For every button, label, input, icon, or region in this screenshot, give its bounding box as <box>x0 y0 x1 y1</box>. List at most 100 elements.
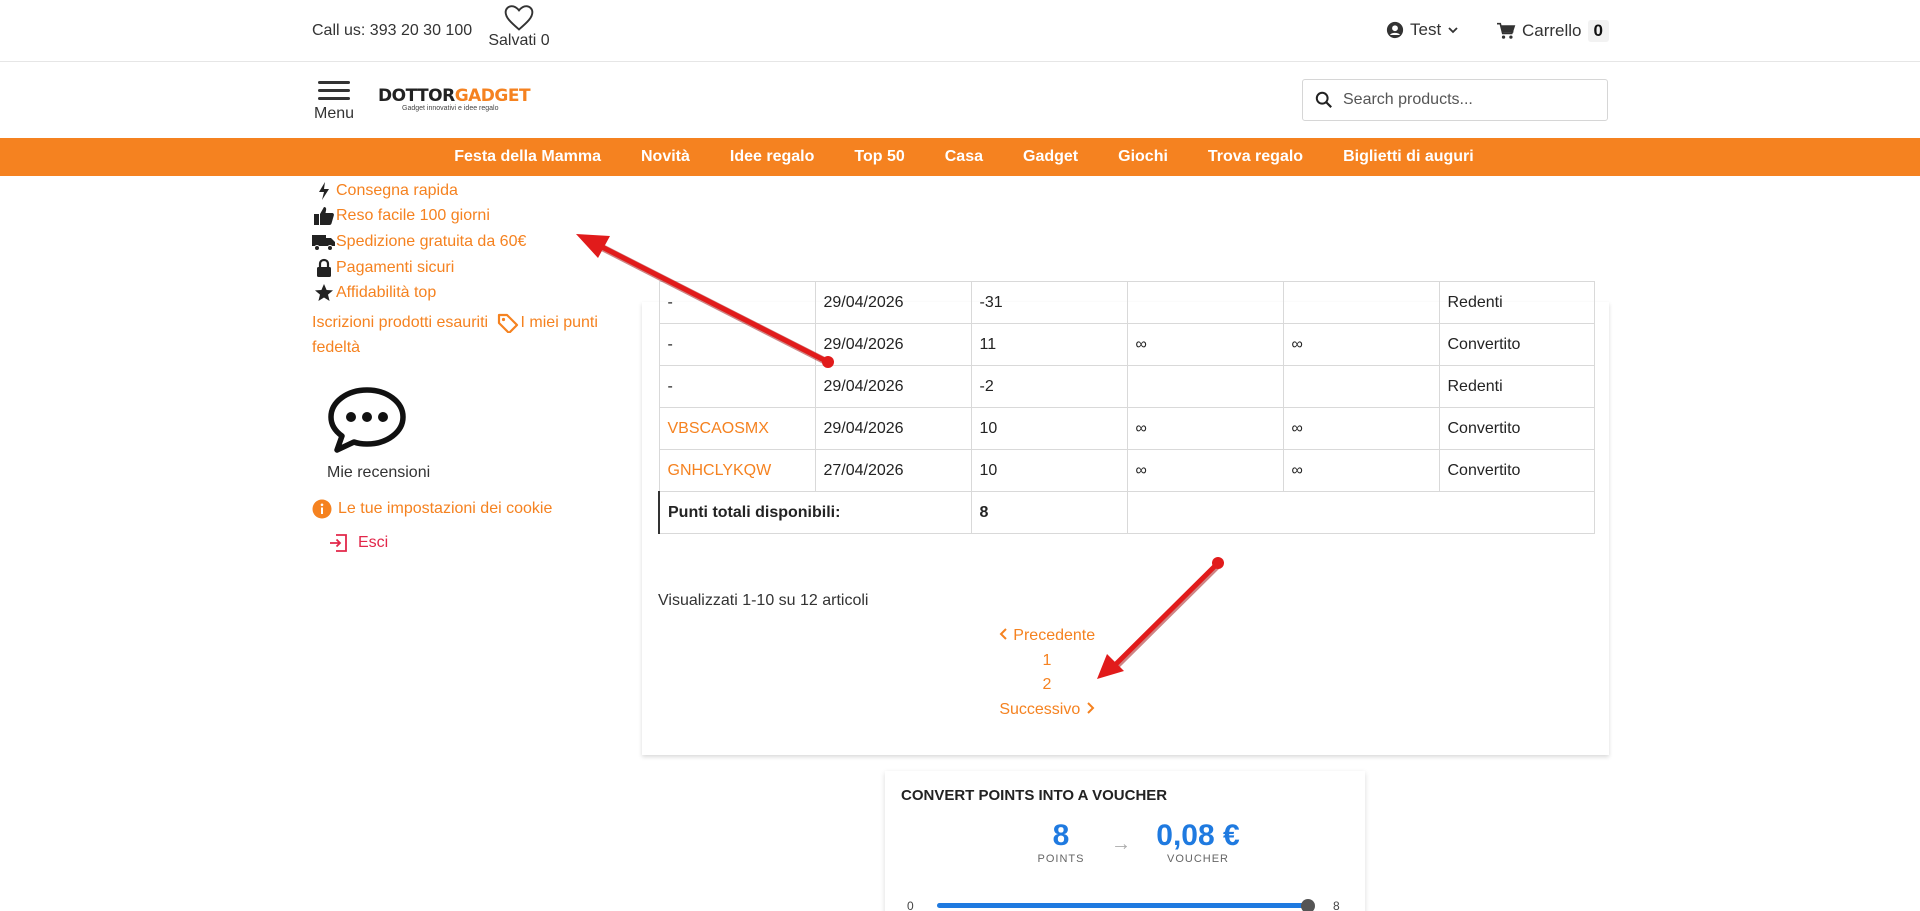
nav-item-top-50[interactable]: Top 50 <box>854 148 904 166</box>
value-cell: ∞ <box>1282 449 1440 492</box>
chevron-left-icon <box>999 628 1007 640</box>
saved-button[interactable]: Salvati 0 <box>484 4 554 50</box>
value-cell <box>1126 281 1284 324</box>
points-cell: -2 <box>970 365 1128 408</box>
speech-bubble-icon <box>328 387 406 453</box>
user-circle-icon <box>1386 21 1404 39</box>
menu-label: Menu <box>313 105 355 122</box>
slider-min-label: 0 <box>907 899 914 911</box>
table-row: - 29/04/2026 -2 Redenti <box>658 365 1595 408</box>
total-label: Punti totali disponibili: <box>658 491 972 534</box>
cart-count-badge: 0 <box>1587 20 1609 42</box>
points-display: 8 POINTS <box>1021 819 1101 865</box>
status-cell: Convertito <box>1438 407 1595 450</box>
call-us-text: Call us: 393 20 30 100 <box>312 22 473 39</box>
cart-icon <box>1497 22 1516 39</box>
points-table: - 29/04/2026 -31 Redenti - 29/04/2026 11… <box>658 281 1595 534</box>
value-cell: ∞ <box>1282 323 1440 366</box>
feature-fast-delivery[interactable]: Consegna rapida <box>312 178 632 204</box>
points-slider-fill <box>937 903 1309 908</box>
prev-page-link[interactable]: Precedente <box>967 624 1127 649</box>
user-name: Test <box>1410 20 1442 39</box>
cart-button[interactable]: Carrello 0 <box>1496 20 1609 42</box>
account-links: Iscrizioni prodotti esauriti I miei punt… <box>312 310 632 360</box>
nav-item-casa[interactable]: Casa <box>945 148 983 166</box>
date-cell: 29/04/2026 <box>814 365 972 408</box>
search-box <box>1302 79 1608 121</box>
total-filler <box>1126 491 1595 534</box>
status-cell: Convertito <box>1438 449 1595 492</box>
page-link-1[interactable]: 1 <box>967 649 1127 674</box>
date-cell: 27/04/2026 <box>814 449 972 492</box>
menu-button[interactable]: Menu <box>312 76 356 123</box>
voucher-label: VOUCHER <box>1166 853 1229 865</box>
table-row: GNHCLYKQW 27/04/2026 10 ∞ ∞ Convertito <box>658 449 1595 492</box>
points-cell: -31 <box>970 281 1128 324</box>
feature-label: Pagamenti sicuri <box>336 258 455 276</box>
feature-label: Affidabilità top <box>336 284 437 302</box>
nav-item-idee-regalo[interactable]: Idee regalo <box>730 148 814 166</box>
code-cell: - <box>658 365 816 408</box>
slider-max-label: 8 <box>1333 899 1340 911</box>
value-cell: ∞ <box>1126 323 1284 366</box>
page-link-2[interactable]: 2 <box>967 673 1127 698</box>
logo-tagline: Gadget innovativi e idee regalo <box>402 105 499 112</box>
points-cell: 11 <box>970 323 1128 366</box>
pagination: Precedente 1 2 Successivo <box>967 624 1127 722</box>
nav-item-gadget[interactable]: Gadget <box>1023 148 1078 166</box>
info-icon <box>312 499 332 519</box>
prev-label: Precedente <box>1013 627 1096 644</box>
logout-label: Esci <box>358 533 389 551</box>
value-cell <box>1126 365 1284 408</box>
cart-label: Carrello <box>1522 21 1582 40</box>
nav-item-trova-regalo[interactable]: Trova regalo <box>1208 148 1303 166</box>
account-menu[interactable]: Test <box>1386 20 1459 40</box>
truck-icon <box>312 233 336 251</box>
feature-secure-payments[interactable]: Pagamenti sicuri <box>312 255 632 281</box>
next-page-link[interactable]: Successivo <box>967 698 1127 723</box>
nav-item-novita[interactable]: Novità <box>641 148 690 166</box>
date-cell: 29/04/2026 <box>814 407 972 450</box>
points-slider-handle[interactable] <box>1301 899 1315 911</box>
feature-free-shipping[interactable]: Spedizione gratuita da 60€ <box>312 229 632 255</box>
chevron-down-icon <box>1448 27 1458 34</box>
cookie-settings-link[interactable]: Le tue impostazioni dei cookie <box>312 499 632 519</box>
points-label: POINTS <box>1037 853 1085 865</box>
lock-icon <box>312 258 336 278</box>
nav-item-festa-della-mamma[interactable]: Festa della Mamma <box>454 148 601 166</box>
status-cell: Convertito <box>1438 323 1595 366</box>
feature-easy-return[interactable]: Reso facile 100 giorni <box>312 204 632 230</box>
table-row: - 29/04/2026 -31 Redenti <box>658 281 1595 324</box>
star-icon <box>312 283 336 303</box>
my-reviews-link[interactable]: Mie recensioni <box>327 386 437 485</box>
voucher-display: 0,08 € VOUCHER <box>1143 819 1253 865</box>
voucher-code-link[interactable]: GNHCLYKQW <box>658 449 816 492</box>
points-slider-track[interactable] <box>937 903 1309 908</box>
reviews-label: Mie recensioni <box>327 463 431 481</box>
voucher-converter-card: CONVERT POINTS INTO A VOUCHER 8 POINTS →… <box>885 771 1365 911</box>
main-header: Menu DOTTORGADGET Gadget innovativi e id… <box>0 62 1920 138</box>
value-cell: ∞ <box>1126 407 1284 450</box>
logout-icon <box>330 534 347 552</box>
top-bar: Call us: 393 20 30 100 Salvati 0 Test Ca… <box>0 0 1920 62</box>
site-logo[interactable]: DOTTORGADGET Gadget innovativi e idee re… <box>378 86 531 112</box>
value-cell: ∞ <box>1126 449 1284 492</box>
feature-label: Consegna rapida <box>336 181 458 199</box>
nav-item-giochi[interactable]: Giochi <box>1118 148 1168 166</box>
status-cell: Redenti <box>1438 281 1595 324</box>
search-icon[interactable] <box>1315 91 1333 109</box>
out-of-stock-subscriptions-link[interactable]: Iscrizioni prodotti esauriti <box>312 314 488 331</box>
table-row: VBSCAOSMX 29/04/2026 10 ∞ ∞ Convertito <box>658 407 1595 450</box>
search-input[interactable] <box>1343 91 1583 109</box>
logout-link[interactable]: Esci <box>328 533 632 553</box>
hamburger-icon <box>318 81 350 100</box>
points-value: 8 <box>1052 819 1070 852</box>
logo-wordmark: DOTTORGADGET <box>378 86 531 106</box>
nav-item-biglietti-di-auguri[interactable]: Biglietti di auguri <box>1343 148 1474 166</box>
table-row: - 29/04/2026 11 ∞ ∞ Convertito <box>658 323 1595 366</box>
feature-reliability[interactable]: Affidabilità top <box>312 280 632 306</box>
voucher-code-link[interactable]: VBSCAOSMX <box>658 407 816 450</box>
points-cell: 10 <box>970 407 1128 450</box>
date-cell: 29/04/2026 <box>814 281 972 324</box>
account-sidebar: Consegna rapida Reso facile 100 giorni S… <box>312 178 632 553</box>
